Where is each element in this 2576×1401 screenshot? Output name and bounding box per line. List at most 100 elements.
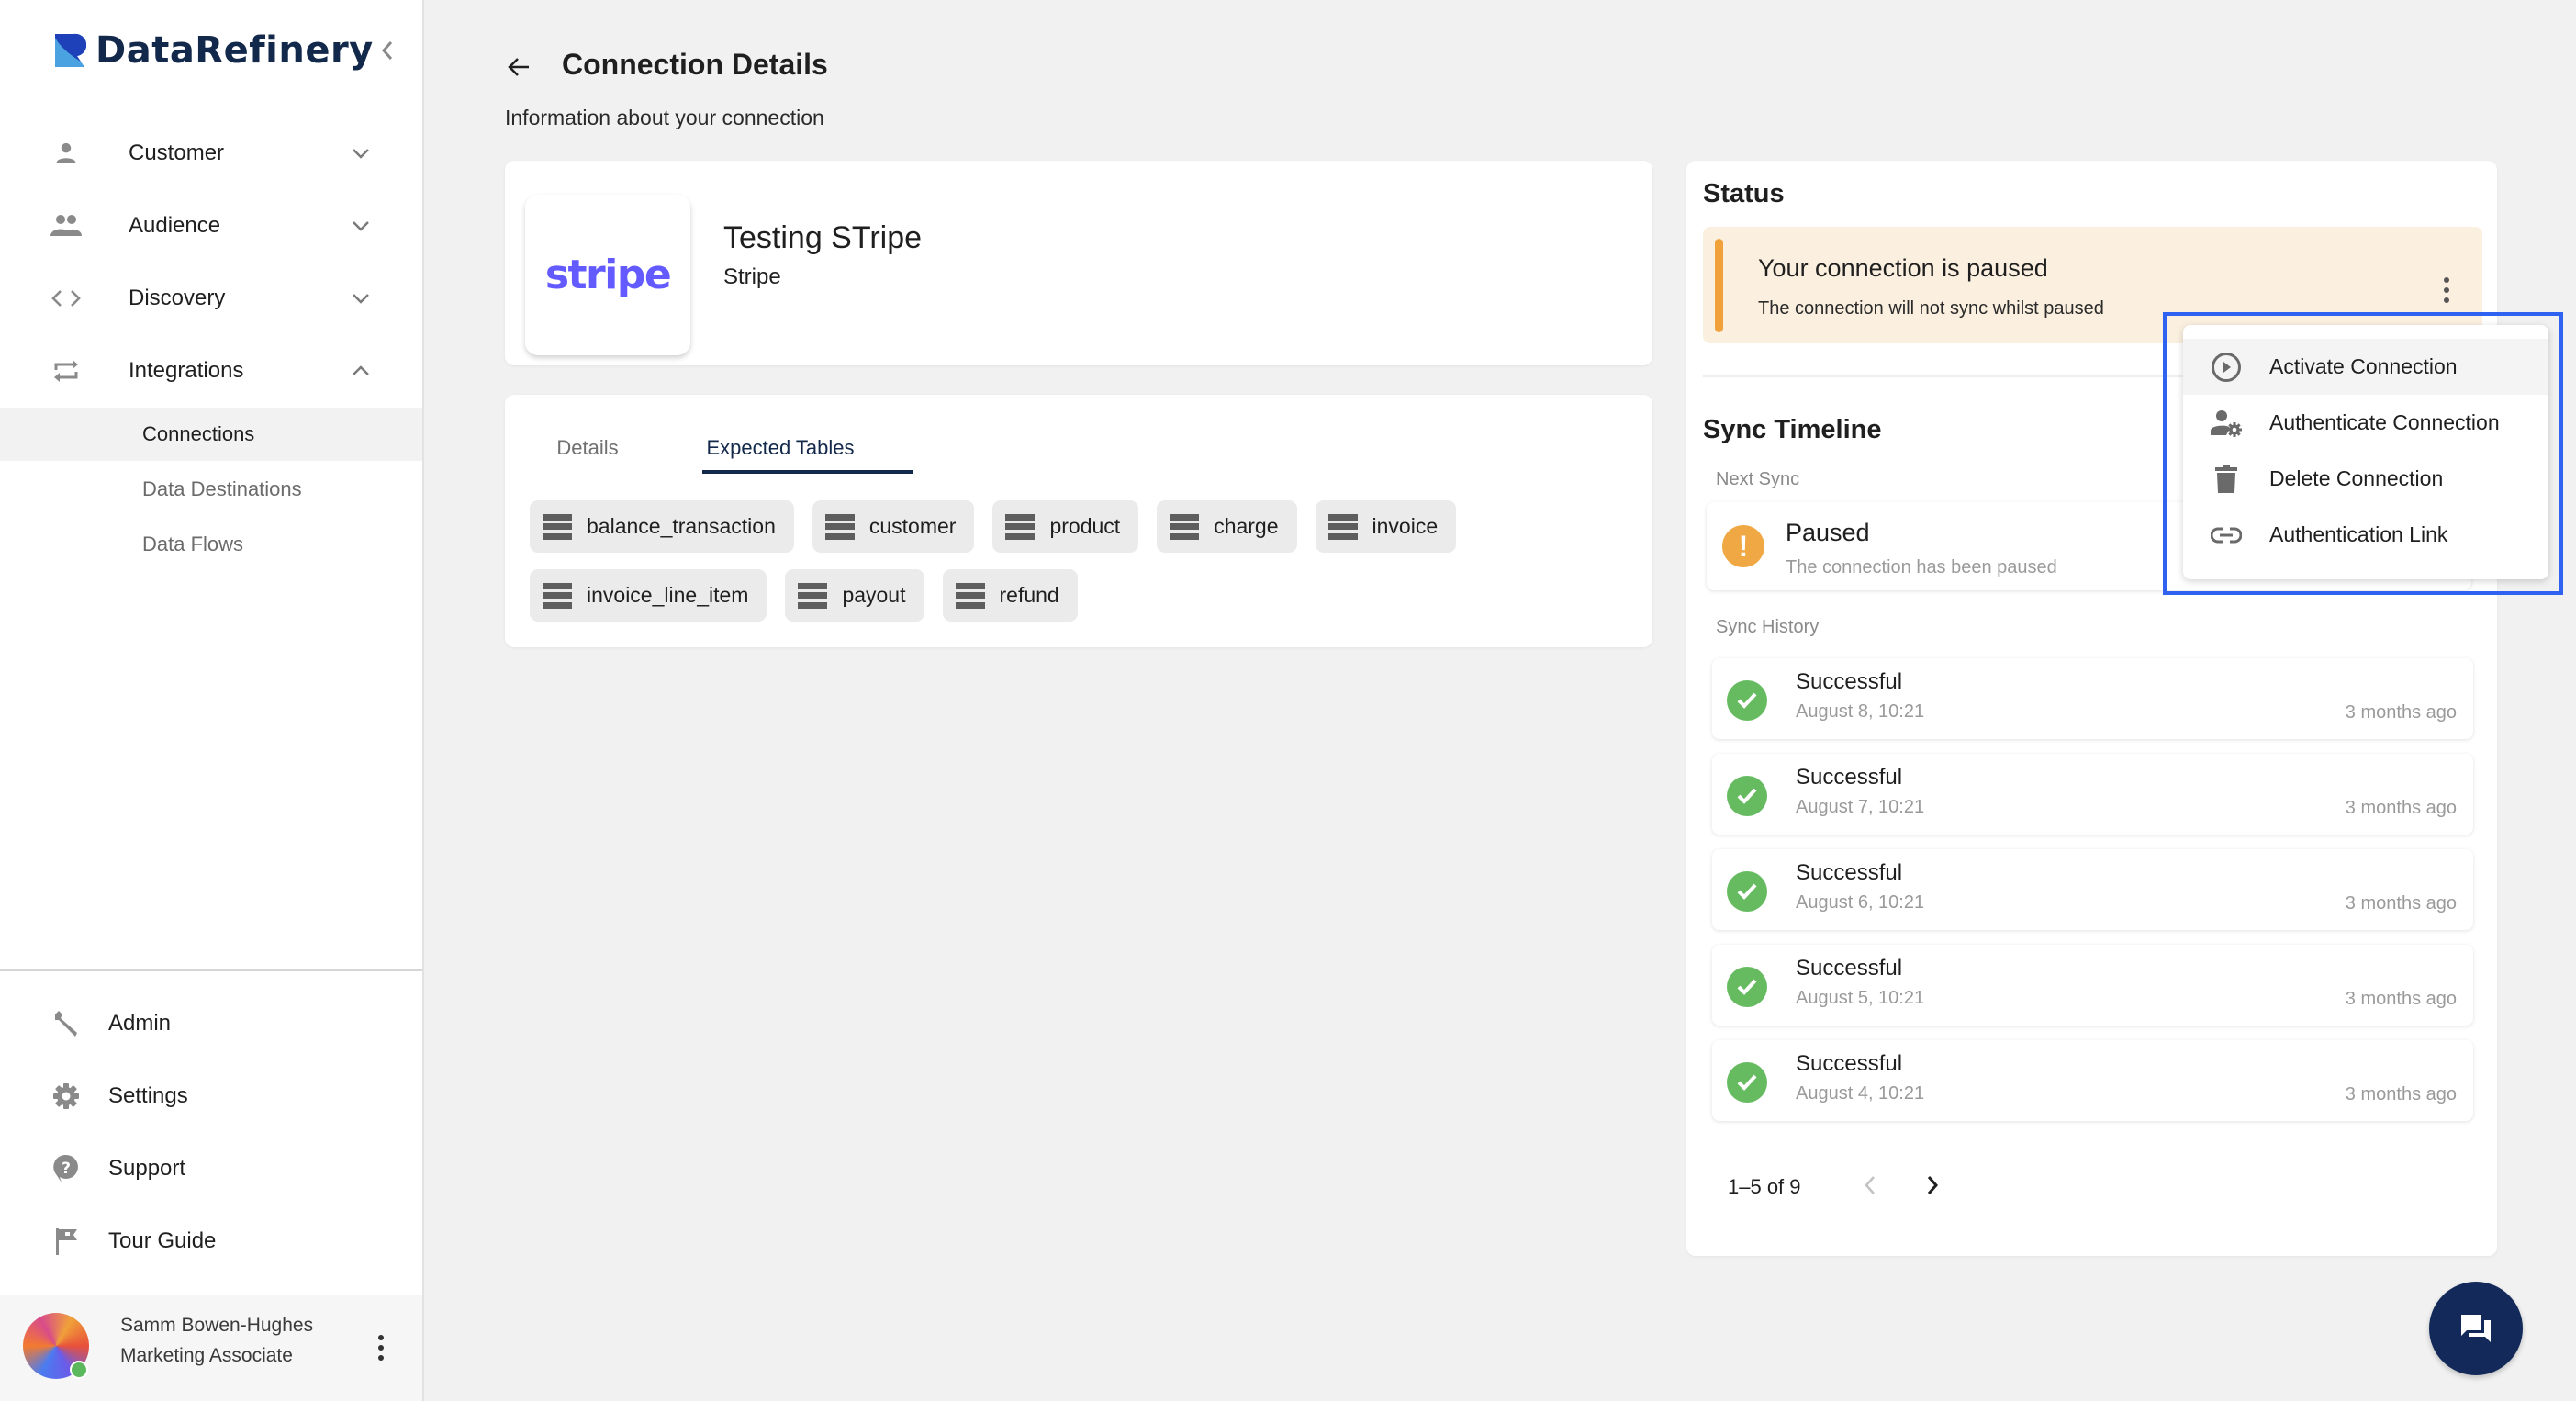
sidebar-item-customer[interactable]: Customer bbox=[0, 124, 422, 183]
sidebar-item-discovery[interactable]: Discovery bbox=[0, 269, 422, 328]
table-chip-label: invoice bbox=[1372, 514, 1439, 538]
table-chip[interactable]: payout bbox=[785, 569, 924, 622]
sync-relative-time: 3 months ago bbox=[2345, 1084, 2457, 1104]
page-subtitle: Information about your connection bbox=[505, 106, 824, 129]
chevron-left-icon bbox=[381, 41, 393, 60]
connection-actions-menu-button[interactable] bbox=[2433, 271, 2460, 309]
sidebar-subitem-data-destinations[interactable]: Data Destinations bbox=[0, 463, 422, 516]
table-chips-row: invoice_line_item payout refund bbox=[530, 569, 1078, 622]
connection-name: Testing STripe bbox=[723, 220, 923, 255]
chevron-down-icon[interactable] bbox=[347, 212, 375, 240]
menu-item-delete-connection[interactable]: Delete Connection bbox=[2183, 451, 2548, 507]
user-profile[interactable]: Samm Bowen-Hughes Marketing Associate bbox=[0, 1295, 422, 1401]
back-button[interactable] bbox=[503, 51, 534, 83]
tab-expected-tables[interactable]: Expected Tables bbox=[702, 422, 858, 473]
sidebar-item-label: Support bbox=[108, 1156, 186, 1181]
sync-history-item: Successful August 8, 10:21 3 months ago bbox=[1712, 658, 2473, 739]
table-rows-icon bbox=[1005, 513, 1036, 540]
connector-logo: stripe bbox=[525, 195, 690, 355]
sidebar-subitem-connections[interactable]: Connections bbox=[0, 408, 422, 461]
table-rows-icon bbox=[824, 513, 855, 540]
chat-button[interactable] bbox=[2429, 1282, 2523, 1375]
sidebar: DataRefinery Customer Audience Discovery… bbox=[0, 0, 424, 1401]
sidebar-item-support[interactable]: ? Support bbox=[0, 1139, 422, 1198]
menu-item-label: Activate Connection bbox=[2269, 354, 2458, 378]
people-icon bbox=[48, 207, 84, 244]
user-gear-icon bbox=[2210, 407, 2243, 440]
sidebar-item-label: Customer bbox=[129, 140, 225, 165]
table-chip-label: refund bbox=[999, 583, 1059, 607]
previous-page-button[interactable] bbox=[1852, 1167, 1888, 1204]
sidebar-subitem-label: Data Flows bbox=[142, 532, 244, 555]
table-chip[interactable]: charge bbox=[1157, 500, 1297, 553]
sidebar-subitem-data-flows[interactable]: Data Flows bbox=[0, 518, 422, 571]
next-sync-label: Next Sync bbox=[1716, 469, 1800, 489]
check-circle-icon bbox=[1727, 1062, 1767, 1103]
sync-date: August 8, 10:21 bbox=[1796, 701, 1925, 722]
play-circle-icon bbox=[2210, 351, 2243, 384]
menu-item-authentication-link[interactable]: Authentication Link bbox=[2183, 507, 2548, 563]
status-title: Status bbox=[1703, 179, 1785, 208]
check-circle-icon bbox=[1727, 967, 1767, 1007]
sidebar-subitem-label: Connections bbox=[142, 422, 255, 445]
more-vert-icon-dot bbox=[2444, 287, 2449, 293]
wrench-icon bbox=[48, 1005, 84, 1042]
table-chip[interactable]: customer bbox=[812, 500, 975, 553]
sidebar-item-label: Admin bbox=[108, 1011, 172, 1036]
tab-details[interactable]: Details bbox=[542, 422, 633, 473]
chevron-up-icon[interactable] bbox=[347, 357, 375, 385]
link-icon bbox=[2210, 519, 2243, 552]
user-menu-button[interactable] bbox=[367, 1329, 395, 1366]
collapse-sidebar-button[interactable] bbox=[375, 35, 400, 66]
table-chip[interactable]: product bbox=[992, 500, 1139, 553]
tables-card: Details Expected Tables balance_transact… bbox=[505, 395, 1652, 647]
table-rows-icon bbox=[543, 582, 572, 609]
sync-date: August 4, 10:21 bbox=[1796, 1083, 1925, 1104]
table-chip[interactable]: balance_transaction bbox=[530, 500, 794, 553]
sync-timeline-title: Sync Timeline bbox=[1703, 415, 1882, 444]
sidebar-item-audience[interactable]: Audience bbox=[0, 196, 422, 255]
warning-icon: ! bbox=[1722, 525, 1764, 567]
sync-status: Successful bbox=[1796, 1051, 1903, 1076]
menu-item-activate-connection[interactable]: Activate Connection bbox=[2183, 339, 2548, 395]
connection-type: Stripe bbox=[723, 264, 781, 289]
code-icon bbox=[48, 280, 84, 317]
user-role: Marketing Associate bbox=[120, 1345, 293, 1366]
chevron-left-icon bbox=[1865, 1176, 1875, 1194]
sidebar-item-tour-guide[interactable]: Tour Guide bbox=[0, 1212, 422, 1271]
sidebar-item-admin[interactable]: Admin bbox=[0, 994, 422, 1053]
sync-status: Successful bbox=[1796, 860, 1903, 885]
chevron-down-icon[interactable] bbox=[347, 285, 375, 312]
arrow-left-icon bbox=[508, 58, 529, 76]
next-page-button[interactable] bbox=[1914, 1167, 1951, 1204]
table-rows-icon bbox=[1327, 513, 1358, 540]
logo-mark-icon bbox=[53, 32, 87, 69]
sidebar-item-integrations[interactable]: Integrations bbox=[0, 342, 422, 400]
pagination-range: 1–5 of 9 bbox=[1728, 1175, 1801, 1198]
more-vert-icon-dot bbox=[378, 1355, 384, 1361]
chat-icon bbox=[2461, 1315, 2491, 1342]
sync-status: Successful bbox=[1796, 765, 1903, 790]
menu-item-label: Delete Connection bbox=[2269, 466, 2444, 490]
svg-text:?: ? bbox=[62, 1160, 71, 1178]
chevron-down-icon[interactable] bbox=[347, 140, 375, 167]
more-vert-icon bbox=[378, 1335, 384, 1340]
check-circle-icon bbox=[1727, 871, 1767, 912]
menu-item-label: Authentication Link bbox=[2269, 522, 2448, 546]
sync-status: Successful bbox=[1796, 669, 1903, 694]
table-chip-label: charge bbox=[1214, 514, 1279, 538]
alert-title: Your connection is paused bbox=[1758, 254, 2048, 282]
sidebar-item-settings[interactable]: Settings bbox=[0, 1067, 422, 1126]
brand-logo[interactable]: DataRefinery bbox=[53, 29, 374, 72]
sync-history-item: Successful August 4, 10:21 3 months ago bbox=[1712, 1040, 2473, 1121]
chevron-right-icon bbox=[1927, 1176, 1939, 1194]
menu-item-authenticate-connection[interactable]: Authenticate Connection bbox=[2183, 395, 2548, 451]
table-chips-row: balance_transaction customer product cha… bbox=[530, 500, 1457, 553]
table-chip[interactable]: invoice bbox=[1315, 500, 1457, 553]
table-chip[interactable]: refund bbox=[942, 569, 1078, 622]
connection-actions-menu: Activate Connection Authenticate Connect… bbox=[2183, 325, 2548, 579]
sync-history-item: Successful August 6, 10:21 3 months ago bbox=[1712, 849, 2473, 930]
table-chip[interactable]: invoice_line_item bbox=[530, 569, 767, 622]
alert-accent-bar bbox=[1715, 239, 1723, 332]
sync-relative-time: 3 months ago bbox=[2345, 702, 2457, 723]
